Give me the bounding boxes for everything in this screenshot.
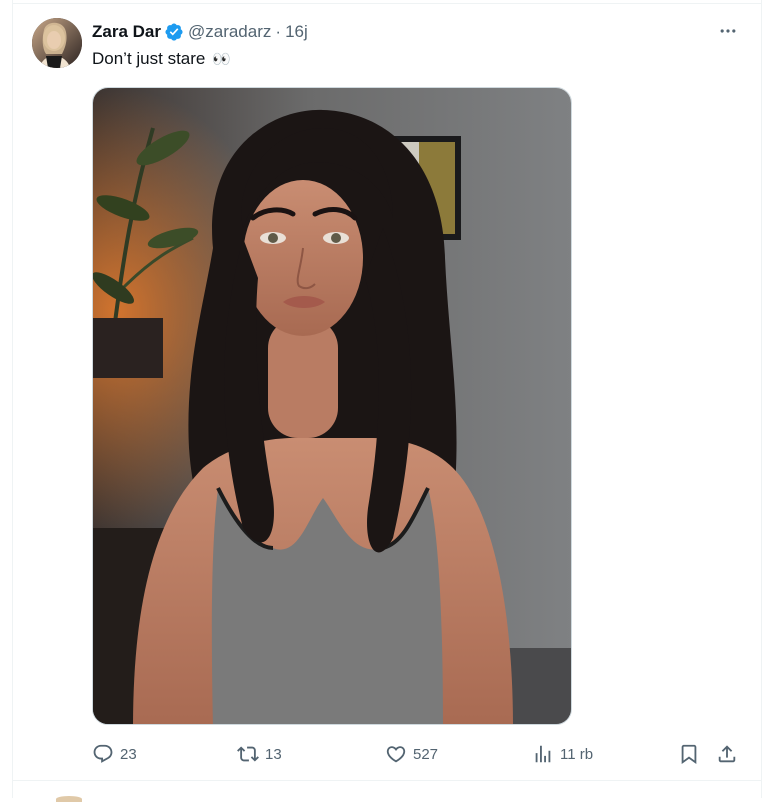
repost-button[interactable]: 13 xyxy=(237,740,282,768)
like-count: 527 xyxy=(413,745,439,763)
author-handle[interactable]: @zaradarz xyxy=(188,22,271,42)
repost-count: 13 xyxy=(265,745,282,763)
more-options-button[interactable] xyxy=(716,19,740,43)
views-icon xyxy=(535,745,551,763)
author-name[interactable]: Zara Dar xyxy=(92,22,161,42)
reply-count: 23 xyxy=(120,745,137,763)
bookmark-button[interactable] xyxy=(678,740,700,768)
repost-icon xyxy=(237,746,259,762)
separator-dot: · xyxy=(275,22,282,41)
views-button[interactable]: 11 rb xyxy=(532,740,593,768)
eyes-emoji: 👀 xyxy=(212,51,231,68)
reply-icon xyxy=(93,744,113,763)
bookmark-icon xyxy=(681,744,697,765)
tweet-header: Zara Dar @zaradarz · 16j xyxy=(92,20,308,44)
tweet-actions: 23 13 527 11 rb xyxy=(92,740,742,768)
verified-badge-icon[interactable] xyxy=(164,22,184,42)
author-avatar[interactable] xyxy=(32,18,82,68)
next-tweet-peek xyxy=(12,782,762,802)
tweet-text: Don’t just stare 👀 xyxy=(92,47,231,72)
heart-icon xyxy=(386,746,406,763)
tweet-text-body: Don’t just stare xyxy=(92,49,206,68)
photo-image xyxy=(93,88,571,724)
reply-button[interactable]: 23 xyxy=(92,740,137,768)
more-icon xyxy=(720,29,736,33)
next-tweet-avatar[interactable] xyxy=(56,796,82,802)
tweet-timestamp[interactable]: 16j xyxy=(285,22,308,42)
share-button[interactable] xyxy=(716,740,738,768)
like-button[interactable]: 527 xyxy=(385,740,438,768)
share-icon xyxy=(718,745,736,763)
tweet-photo[interactable] xyxy=(92,87,572,725)
view-count: 11 rb xyxy=(560,745,594,763)
avatar-image xyxy=(32,18,82,68)
